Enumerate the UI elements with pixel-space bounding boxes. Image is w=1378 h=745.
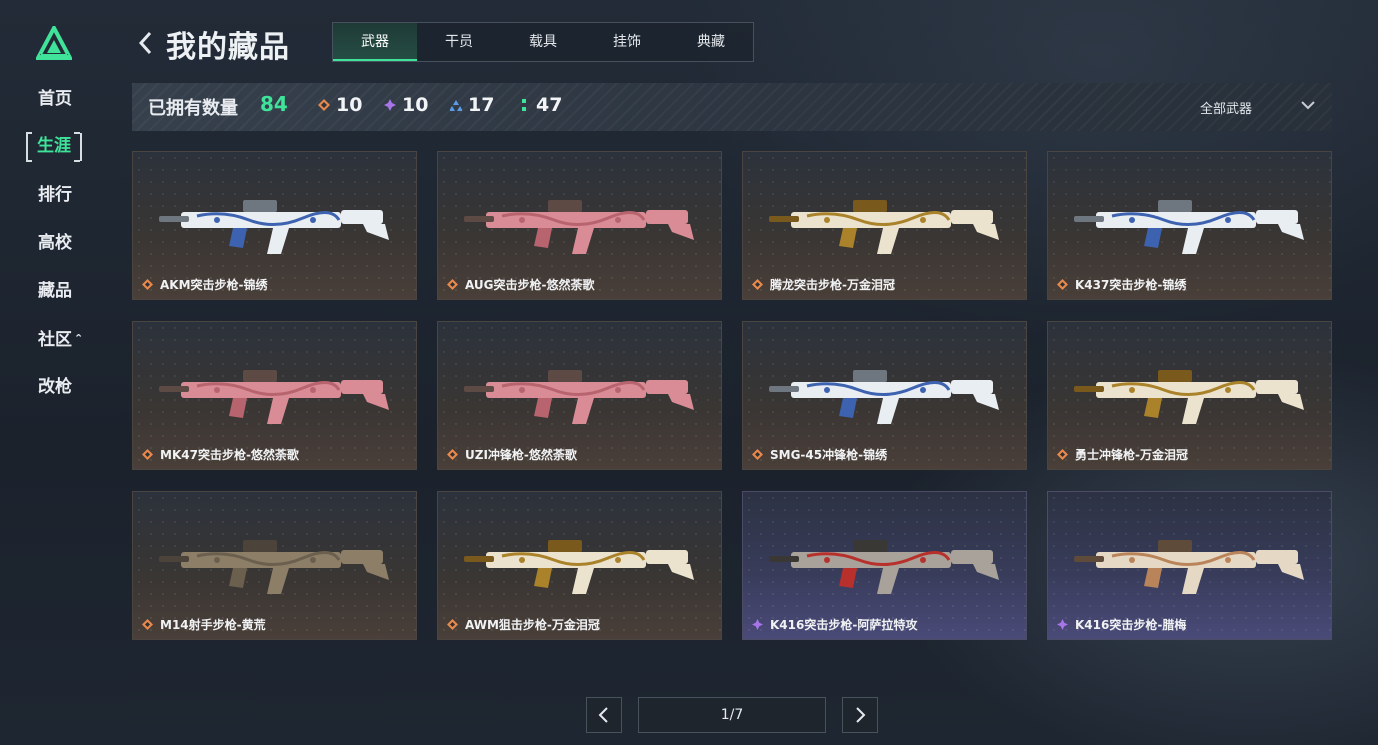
back-arrow-icon[interactable]: [136, 28, 156, 58]
orange-rarity-icon: [142, 449, 153, 460]
orange-rarity-icon: [447, 449, 458, 460]
page-indicator: 1/7: [638, 697, 826, 733]
stat-orange: 10: [318, 94, 362, 116]
tab-vehicles[interactable]: 载具: [501, 23, 585, 61]
weapon-card[interactable]: M14射手步枪-黄荒: [132, 491, 417, 640]
weapon-name: K416突击步枪-腊梅: [1075, 618, 1187, 632]
orange-rarity-icon: [142, 619, 153, 630]
sidebar-item-collection[interactable]: 藏品: [38, 278, 72, 304]
prev-page-button[interactable]: [586, 697, 622, 733]
weapon-image: [1074, 540, 1304, 594]
chevron-left-icon: [598, 707, 608, 723]
weapon-name: M14射手步枪-黄荒: [160, 618, 266, 632]
sidebar-item-community[interactable]: 社区 ⌃: [38, 326, 83, 352]
orange-rarity-icon: [752, 449, 763, 460]
chevron-down-icon[interactable]: [1300, 99, 1316, 111]
weapon-name: UZI冲锋枪-悠然荼歌: [465, 448, 577, 462]
stat-purple: 10: [384, 94, 428, 116]
weapon-card[interactable]: K416突击步枪-腊梅: [1047, 491, 1332, 640]
weapon-name: AWM狙击步枪-万金泪冠: [465, 618, 600, 632]
sidebar-item-university[interactable]: 高校: [38, 230, 72, 256]
sidebar-item-community-label: 社区: [38, 330, 72, 350]
stats-bar: 已拥有数量 84 10 10 17 47 全部武器: [132, 83, 1332, 131]
stat-blue-count: 17: [468, 94, 495, 116]
orange-rarity-icon: [447, 619, 458, 630]
weapon-filter-select[interactable]: 全部武器: [1200, 98, 1252, 117]
weapon-name: K437突击步枪-锦绣: [1075, 278, 1187, 292]
tab-archive[interactable]: 典藏: [669, 23, 753, 61]
orange-rarity-icon: [1057, 279, 1068, 290]
orange-rarity-icon: [142, 279, 153, 290]
tab-weapons[interactable]: 武器: [333, 23, 417, 61]
sidebar: 首页 生涯 排行 高校 藏品 社区 ⌃ 改枪: [0, 0, 108, 745]
weapon-card[interactable]: AUG突击步枪-悠然荼歌: [437, 151, 722, 300]
weapon-name: K416突击步枪-阿萨拉特攻: [770, 618, 918, 632]
weapon-image: [1074, 370, 1304, 424]
weapon-card[interactable]: 腾龙突击步枪-万金泪冠: [742, 151, 1027, 300]
chevron-right-icon: [856, 707, 866, 723]
page-title: 我的藏品: [166, 30, 290, 65]
app-logo-icon[interactable]: [36, 26, 72, 60]
next-page-button[interactable]: [842, 697, 878, 733]
stat-green: 47: [518, 94, 562, 116]
weapon-name: AKM突击步枪-锦绣: [160, 278, 268, 292]
weapon-name: MK47突击步枪-悠然荼歌: [160, 448, 299, 462]
orange-rarity-icon: [752, 279, 763, 290]
weapon-card[interactable]: K416突击步枪-阿萨拉特攻: [742, 491, 1027, 640]
weapon-image: [159, 370, 389, 424]
tab-operators[interactable]: 干员: [417, 23, 501, 61]
weapon-card[interactable]: MK47突击步枪-悠然荼歌: [132, 321, 417, 470]
stat-purple-count: 10: [402, 94, 429, 116]
sidebar-item-ranking[interactable]: 排行: [38, 182, 72, 208]
weapon-image: [464, 200, 694, 254]
blue-rarity-icon: [450, 100, 462, 111]
weapon-card[interactable]: SMG-45冲锋枪-锦绣: [742, 321, 1027, 470]
owned-count: 84: [260, 92, 288, 116]
orange-rarity-icon: [318, 99, 330, 111]
stat-orange-count: 10: [336, 94, 363, 116]
stat-green-count: 47: [536, 94, 563, 116]
weapon-name: 勇士冲锋枪-万金泪冠: [1075, 448, 1188, 462]
purple-rarity-icon: [752, 619, 763, 630]
sidebar-item-career[interactable]: 生涯: [26, 132, 82, 162]
weapon-image: [159, 200, 389, 254]
tab-charms[interactable]: 挂饰: [585, 23, 669, 61]
orange-rarity-icon: [447, 279, 458, 290]
category-tabs: 武器 干员 载具 挂饰 典藏: [332, 22, 754, 62]
weapon-image: [769, 370, 999, 424]
owned-label: 已拥有数量: [148, 98, 238, 119]
orange-rarity-icon: [1057, 449, 1068, 460]
green-rarity-icon: [522, 99, 526, 111]
weapon-image: [769, 200, 999, 254]
weapon-image: [769, 540, 999, 594]
purple-rarity-icon: [384, 99, 396, 111]
weapon-card[interactable]: 勇士冲锋枪-万金泪冠: [1047, 321, 1332, 470]
weapon-card[interactable]: AKM突击步枪-锦绣: [132, 151, 417, 300]
purple-rarity-icon: [1057, 619, 1068, 630]
weapon-image: [464, 370, 694, 424]
weapon-card[interactable]: UZI冲锋枪-悠然荼歌: [437, 321, 722, 470]
weapon-image: [464, 540, 694, 594]
weapon-name: 腾龙突击步枪-万金泪冠: [770, 278, 895, 292]
collection-screen: 首页 生涯 排行 高校 藏品 社区 ⌃ 改枪 我的藏品 武器 干员 载具 挂饰 典…: [0, 0, 1378, 745]
stat-blue: 17: [450, 94, 494, 116]
weapon-image: [1074, 200, 1304, 254]
weapon-name: SMG-45冲锋枪-锦绣: [770, 448, 888, 462]
sidebar-item-gunsmith[interactable]: 改枪: [38, 374, 72, 400]
sidebar-item-home[interactable]: 首页: [38, 86, 72, 112]
weapon-image: [159, 540, 389, 594]
chevron-up-icon: ⌃: [74, 332, 84, 345]
weapon-card[interactable]: AWM狙击步枪-万金泪冠: [437, 491, 722, 640]
weapon-name: AUG突击步枪-悠然荼歌: [465, 278, 595, 292]
weapon-card[interactable]: K437突击步枪-锦绣: [1047, 151, 1332, 300]
